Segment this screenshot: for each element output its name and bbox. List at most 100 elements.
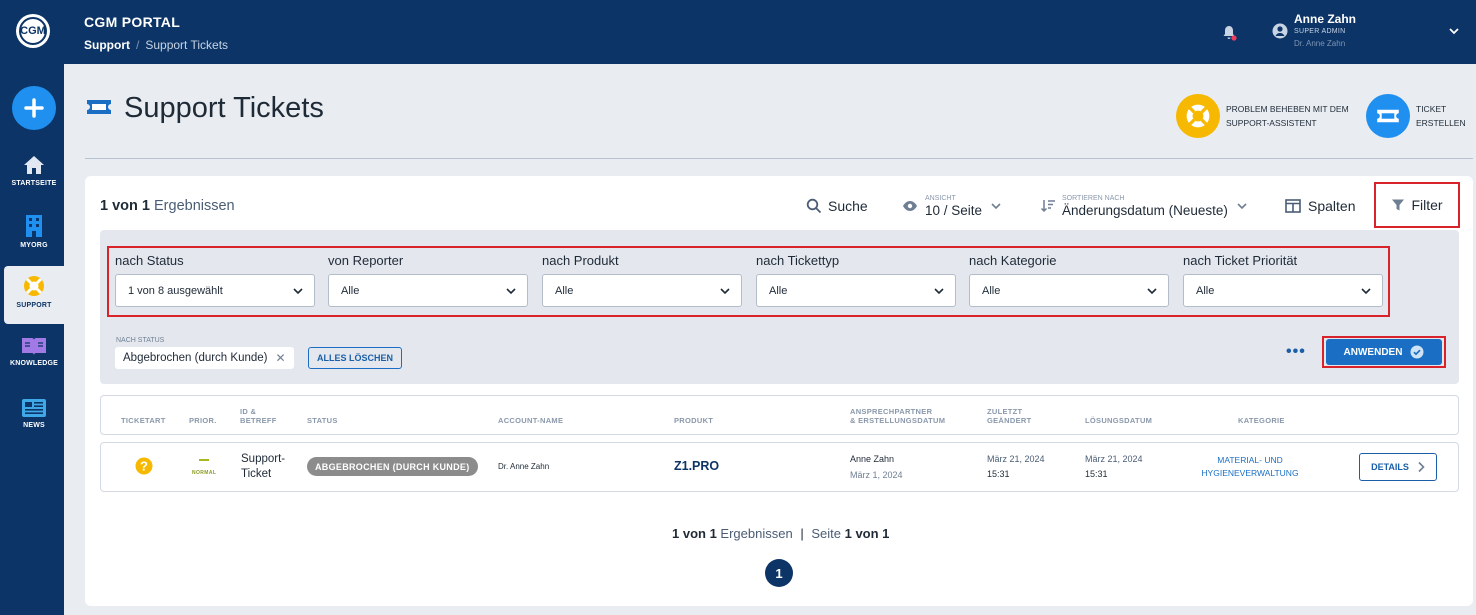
breadcrumb-separator: / [136,38,140,52]
newspaper-icon [22,399,46,417]
col-id[interactable]: ID & BETREFF [240,407,277,425]
chevron-down-icon [934,287,944,294]
apply-button[interactable]: ANWENDEN [1326,339,1442,365]
filter-priority: nach Ticket Priorität Alle [1183,253,1383,307]
status-select[interactable]: 1 von 8 ausgewählt [115,274,315,307]
col-kategorie[interactable]: KATEGORIE [1238,416,1285,425]
search-icon [806,198,822,214]
create-ticket-button[interactable]: TICKET ERSTELLEN [1366,94,1466,138]
resolution-date: März 21, 2024 15:31 [1085,454,1143,479]
header-divider [85,158,1473,159]
account-name: Dr. Anne Zahn [498,462,550,471]
support-assistant-label-2: SUPPORT-ASSISTENT [1226,118,1317,128]
apply-label: ANWENDEN [1343,346,1403,358]
col-changed[interactable]: ZULETZT GEÄNDERT [987,407,1032,425]
product-select[interactable]: Alle [542,274,742,307]
search-button[interactable]: Suche [806,190,868,222]
filter-category: nach Kategorie Alle [969,253,1169,307]
columns-button[interactable]: Spalten [1285,190,1355,222]
filter-button[interactable]: Filter [1374,182,1460,228]
chevron-down-icon [1361,287,1371,294]
page-1-button[interactable]: 1 [765,559,793,587]
more-options-icon[interactable]: ••• [1286,343,1306,361]
result-count: 1 von 1 Ergebnissen [100,198,235,214]
view-selector[interactable]: ANSICHT 10 / Seite [902,190,1002,222]
breadcrumb-support[interactable]: Support [84,38,130,52]
clear-all-button[interactable]: ALLES LÖSCHEN [308,347,403,369]
contact-name: Anne Zahn [850,454,895,464]
search-label: Suche [828,198,868,214]
changed-date: März 21, 2024 15:31 [987,454,1045,479]
lifebuoy-icon [24,276,44,296]
filter-product: nach Produkt Alle [542,253,742,307]
active-filter-chip: Abgebrochen (durch Kunde) ✕ [115,347,294,369]
lifebuoy-icon [1176,94,1220,138]
close-icon[interactable]: ✕ [276,351,286,365]
sidebar-item-news[interactable]: NEWS [4,390,64,448]
columns-icon [1285,199,1301,213]
reporter-select[interactable]: Alle [328,274,528,307]
chevron-down-icon [293,287,303,294]
details-label: DETAILS [1371,462,1409,472]
ticket-subject[interactable]: Support- Ticket [241,452,285,482]
product-name: Z1.PRO [674,459,720,473]
plus-icon [24,98,44,118]
filter-label: nach Status [115,253,184,268]
sort-small-label: SORTIEREN NACH [1062,194,1125,202]
status-badge: ABGEBROCHEN (DURCH KUNDE) [307,457,478,476]
filter-label: nach Ticket Priorität [1183,253,1298,268]
sidebar-item-label: SUPPORT [16,302,52,309]
col-produkt[interactable]: PRODUKT [674,416,713,425]
col-status[interactable]: STATUS [307,416,338,425]
cgm-logo[interactable]: CGM [16,14,50,48]
col-resolution[interactable]: LÖSUNGSDATUM [1085,416,1152,425]
sidebar-item-knowledge[interactable]: KNOWLEDGE [4,328,64,386]
chip-text: Abgebrochen (durch Kunde) [123,352,268,364]
page-title: Support Tickets [124,92,324,124]
eye-icon [903,201,917,211]
chevron-down-icon [1237,203,1247,210]
created-date: März 1, 2024 [850,470,903,480]
col-ticketart[interactable]: TICKETART [121,416,166,425]
sidebar-item-startseite[interactable]: STARTSEITE [4,146,64,204]
category-select[interactable]: Alle [969,274,1169,307]
question-icon: ? [135,457,153,475]
view-small-label: ANSICHT [925,194,956,202]
category-link[interactable]: MATERIAL- UND HYGIENEVERWALTUNG [1190,454,1310,480]
sidebar-item-label: NEWS [23,422,45,429]
book-icon [22,338,46,355]
sidebar-item-label: KNOWLEDGE [9,360,59,367]
sidebar-item-support[interactable]: SUPPORT [4,266,64,324]
chevron-right-icon [1418,461,1425,473]
columns-label: Spalten [1308,198,1356,214]
sidebar-item-label: MYORG [20,242,48,249]
pager-summary: 1 von 1 Ergebnissen | Seite 1 von 1 [672,526,890,541]
notification-bell-icon[interactable] [1220,24,1238,42]
col-account[interactable]: ACCOUNT-NAME [498,416,563,425]
details-button[interactable]: DETAILS [1359,453,1437,481]
user-avatar-icon[interactable] [1272,23,1288,39]
create-ticket-label-2: ERSTELLEN [1416,118,1466,128]
add-button[interactable] [12,86,56,130]
col-contact[interactable]: ANSPRECHPARTNER & ERSTELLUNGSDATUM [850,407,945,425]
view-value: 10 / Seite [925,202,983,218]
building-icon [26,215,42,237]
sort-selector[interactable]: SORTIEREN NACH Änderungsdatum (Neueste) [1040,190,1248,222]
active-filter-label: NACH STATUS [116,337,165,344]
filter-tickettype: nach Tickettyp Alle [756,253,956,307]
support-assistant-button[interactable]: PROBLEM BEHEBEN MIT DEM SUPPORT-ASSISTENT [1176,94,1349,138]
priority-bar-icon [199,459,209,461]
col-prior[interactable]: PRIOR. [189,416,217,425]
chevron-down-icon[interactable] [1448,25,1460,37]
chevron-down-icon [991,203,1001,210]
user-name[interactable]: Anne Zahn [1294,12,1356,26]
tickettype-select[interactable]: Alle [756,274,956,307]
priority-label: NORMAL [192,470,217,476]
check-circle-icon [1410,345,1424,359]
chevron-down-icon [1147,287,1157,294]
sidebar-item-myorg[interactable]: MYORG [4,206,64,264]
priority-select[interactable]: Alle [1183,274,1383,307]
table-header [100,395,1459,435]
filter-label: von Reporter [328,253,404,268]
breadcrumb-current: Support Tickets [145,38,229,52]
